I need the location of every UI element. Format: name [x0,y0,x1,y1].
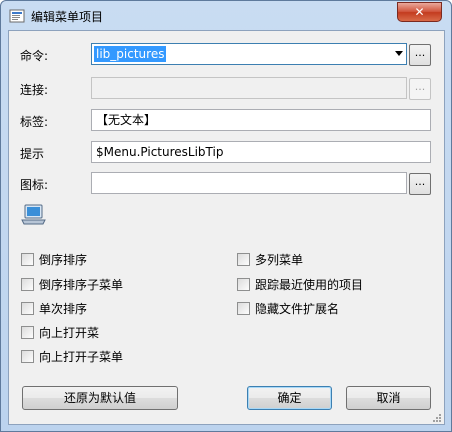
option-multi-column[interactable]: 多列菜单 [237,251,303,268]
command-browse-button[interactable]: ... [409,44,431,66]
command-combobox[interactable]: lib_pictures [91,43,407,65]
checkbox[interactable] [237,278,250,291]
chevron-down-icon[interactable] [395,51,403,56]
dialog-content: 命令: lib_pictures ... 连接: ... 标签: 【无文本】 提… [8,30,445,425]
link-label: 连接: [20,83,49,97]
option-label: 隐藏文件扩展名 [255,302,340,316]
dialog-window: 编辑菜单项目 ✕ 命令: lib_pictures ... 连接: ... 标签… [0,0,452,432]
tag-field[interactable]: 【无文本】 [91,109,431,131]
icon-field[interactable] [91,172,407,194]
title-bar[interactable]: 编辑菜单项目 ✕ [1,1,451,31]
tag-label: 标签: [20,115,49,129]
checkbox[interactable] [237,302,250,315]
command-label: 命令: [20,49,49,63]
app-icon [9,8,25,24]
link-browse-button: ... [409,78,431,100]
option-label: 倒序排序子菜单 [39,278,124,292]
icon-label: 图标: [20,178,49,192]
option-single-sort[interactable]: 单次排序 [21,300,87,317]
option-label: 向上打开菜 [39,326,100,340]
checkbox[interactable] [21,253,34,266]
checkbox[interactable] [237,253,250,266]
option-label: 跟踪最近使用的项目 [255,278,364,292]
link-field [91,77,407,99]
command-value: lib_pictures [94,46,167,62]
window-title: 编辑菜单项目 [31,10,104,24]
icon-browse-button[interactable]: ... [409,173,431,195]
cancel-button[interactable]: 取消 [346,386,431,410]
checkbox[interactable] [21,326,34,339]
option-label: 向上打开子菜单 [39,350,124,364]
laptop-icon [21,204,47,226]
option-open-up-submenu[interactable]: 向上打开子菜单 [21,348,123,365]
option-reverse-sort[interactable]: 倒序排序 [21,251,87,268]
option-track-recent[interactable]: 跟踪最近使用的项目 [237,276,363,293]
close-button[interactable]: ✕ [397,2,442,22]
resize-grip-icon[interactable] [432,412,442,422]
ok-button[interactable]: 确定 [247,386,332,410]
checkbox[interactable] [21,278,34,291]
option-label: 倒序排序 [39,253,88,267]
option-open-up[interactable]: 向上打开菜 [21,324,99,341]
checkbox[interactable] [21,302,34,315]
option-hide-extensions[interactable]: 隐藏文件扩展名 [237,300,339,317]
option-label: 多列菜单 [255,253,304,267]
checkbox[interactable] [21,350,34,363]
tip-field[interactable]: $Menu.PicturesLibTip [91,141,431,163]
close-icon: ✕ [414,5,425,19]
option-label: 单次排序 [39,302,88,316]
option-reverse-sort-submenu[interactable]: 倒序排序子菜单 [21,276,123,293]
tip-label: 提示 [20,147,45,161]
reset-defaults-button[interactable]: 还原为默认值 [22,386,178,410]
